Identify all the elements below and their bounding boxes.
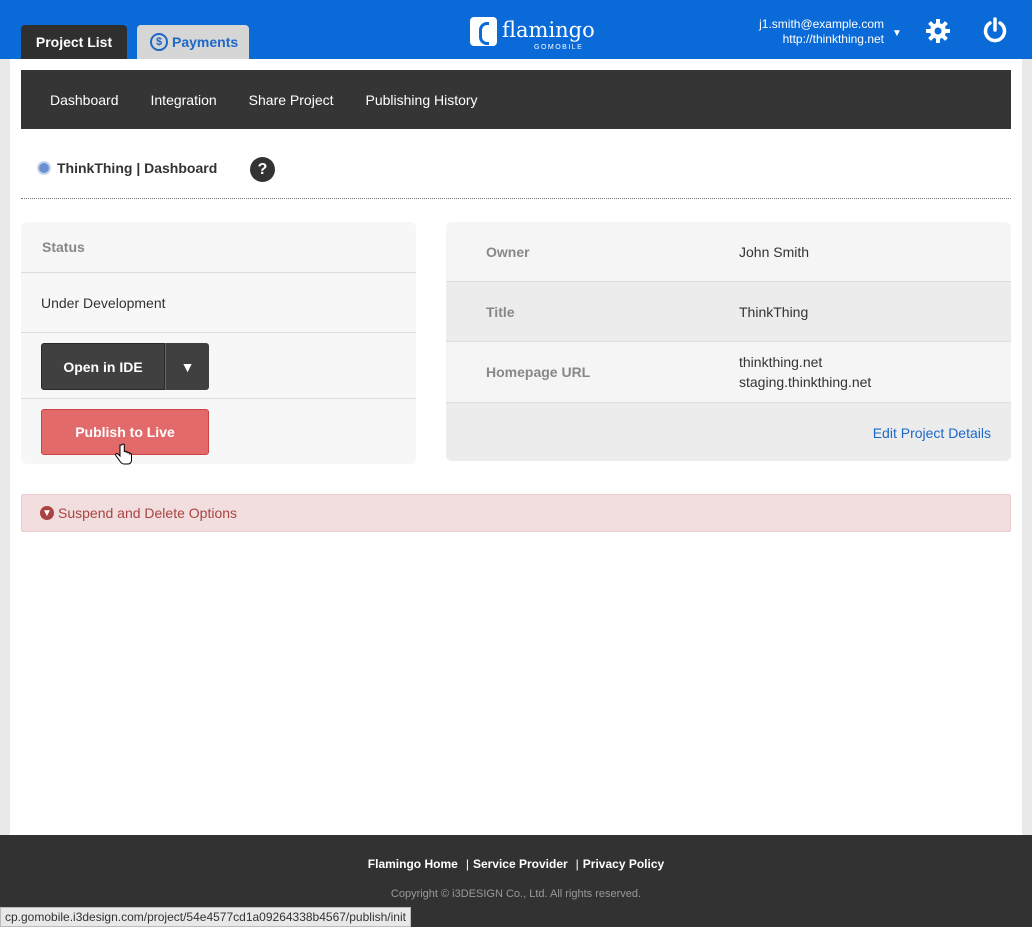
- detail-row-owner: Owner John Smith: [446, 222, 1011, 282]
- detail-value: ThinkThing: [739, 303, 809, 320]
- browser-status-bar: cp.gomobile.i3design.com/project/54e4577…: [0, 907, 411, 927]
- subnav-integration[interactable]: Integration: [151, 92, 217, 108]
- edit-project-details-link[interactable]: Edit Project Details: [873, 425, 991, 441]
- suspend-delete-toggle[interactable]: ▼ Suspend and Delete Options: [21, 494, 1011, 532]
- status-value: Under Development: [21, 273, 416, 333]
- footer-link-flamingo-home[interactable]: Flamingo Home: [368, 857, 458, 871]
- top-bar: Project List $ Payments flamingo GOMOBIL…: [0, 0, 1032, 59]
- ide-dropdown-toggle[interactable]: ▼: [165, 343, 209, 390]
- arrow-down-circle-icon: ▼: [40, 506, 54, 520]
- suspend-label: Suspend and Delete Options: [58, 505, 238, 521]
- tab-label: Payments: [172, 34, 239, 50]
- caret-down-icon[interactable]: ▼: [892, 28, 902, 39]
- detail-key: Owner: [486, 243, 530, 260]
- separator: |: [575, 857, 579, 871]
- gear-icon[interactable]: [925, 18, 951, 44]
- project-subnav: Dashboard Integration Share Project Publ…: [21, 70, 1011, 129]
- tab-project-list[interactable]: Project List: [21, 25, 127, 59]
- detail-key: Title: [486, 303, 515, 320]
- edit-row: Edit Project Details: [446, 403, 1011, 461]
- status-heading: Status: [21, 222, 416, 273]
- footer-links: Flamingo Home | Service Provider | Privacy P…: [0, 857, 1032, 871]
- subnav-share-project[interactable]: Share Project: [249, 92, 334, 108]
- logo-name: flamingo: [502, 18, 595, 42]
- subnav-publishing-history[interactable]: Publishing History: [366, 92, 478, 108]
- homepage-url-primary: thinkthing.net: [739, 354, 823, 370]
- open-in-ide-button[interactable]: Open in IDE: [41, 343, 165, 390]
- project-details-card: Owner John Smith Title ThinkThing Homepa…: [446, 222, 1011, 461]
- power-icon[interactable]: [982, 17, 1008, 43]
- copyright: Copyright © i3DESIGN Co., Ltd. All right…: [390, 888, 642, 900]
- breadcrumb: ThinkThing | Dashboard: [37, 160, 217, 176]
- flamingo-logo-icon: [470, 17, 497, 46]
- globe-icon: [37, 161, 51, 175]
- publish-row: Publish to Live: [21, 399, 416, 465]
- user-menu[interactable]: j1.smith@example.com http://thinkthing.n…: [759, 17, 884, 47]
- detail-row-title: Title ThinkThing: [446, 282, 1011, 342]
- flamingo-logo[interactable]: flamingo GOMOBILE: [470, 17, 595, 53]
- detail-key: Homepage URL: [486, 364, 591, 380]
- tab-payments[interactable]: $ Payments: [137, 25, 249, 59]
- detail-value: thinkthing.net staging.thinkthing.net: [739, 352, 871, 392]
- homepage-url-staging: staging.thinkthing.net: [739, 374, 872, 390]
- caret-down-icon: ▼: [180, 358, 195, 375]
- footer-link-service-provider[interactable]: Service Provider: [473, 857, 568, 871]
- open-ide-split-button: Open in IDE ▼: [41, 343, 209, 390]
- page-title: ThinkThing | Dashboard: [57, 160, 218, 176]
- user-site: http://thinkthing.net: [782, 32, 884, 46]
- detail-row-homepage-url: Homepage URL thinkthing.net staging.thin…: [446, 342, 1011, 403]
- dollar-icon: $: [150, 33, 168, 51]
- status-card: Status Under Development Open in IDE ▼ P…: [21, 222, 416, 464]
- user-email: j1.smith@example.com: [759, 17, 884, 31]
- subnav-dashboard[interactable]: Dashboard: [50, 92, 119, 108]
- separator: |: [465, 857, 469, 871]
- logo-subtitle: GOMOBILE: [534, 44, 584, 51]
- footer-link-privacy-policy[interactable]: Privacy Policy: [583, 857, 664, 871]
- help-icon[interactable]: ?: [250, 157, 275, 182]
- detail-value: John Smith: [739, 243, 810, 260]
- ide-button-row: Open in IDE ▼: [21, 333, 416, 399]
- divider: [21, 198, 1011, 199]
- hand-cursor-icon: [115, 443, 132, 465]
- tab-label: Project List: [35, 34, 113, 50]
